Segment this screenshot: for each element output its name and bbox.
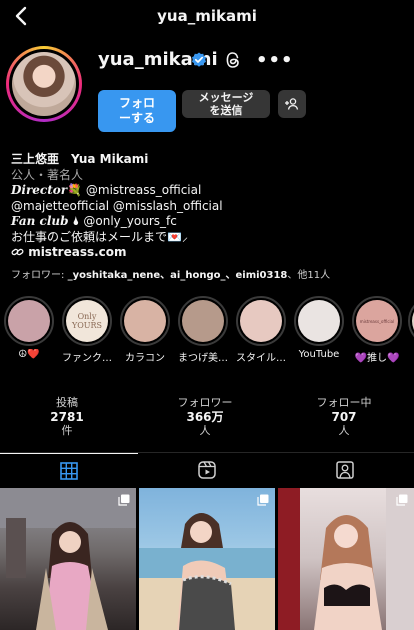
follow-button[interactable]: フォロ ーする <box>98 90 176 132</box>
highlight-4-label: まつげ美… <box>178 353 228 364</box>
reels-icon <box>198 461 216 479</box>
stat-following-label: フォロー中 <box>316 396 372 409</box>
post-thumbnail-3[interactable] <box>278 488 414 630</box>
message-button[interactable]: メッセージ を送信 <box>182 90 270 118</box>
post-2-image <box>139 513 275 630</box>
highlight-4[interactable]: まつげ美… <box>178 296 228 364</box>
followers-names[interactable]: _yoshitaka_nene、ai_hongo_、eimi0318 <box>68 270 288 281</box>
avatar-image <box>12 52 76 116</box>
profile-avatar[interactable] <box>6 46 82 122</box>
post-grid <box>0 488 414 630</box>
post-thumbnail-2[interactable] <box>139 488 275 630</box>
stat-posts-unit: 件 <box>61 424 73 437</box>
highlight-3[interactable]: カラコン <box>120 296 170 364</box>
more-options-icon[interactable]: ••• <box>256 50 294 71</box>
fanclub-account-link[interactable]: @only_yours_fc <box>83 214 176 228</box>
director-label: Director <box>11 183 68 197</box>
verified-badge-icon <box>192 52 206 67</box>
add-person-icon <box>285 98 299 110</box>
highlight-7-cover: mistreass_official <box>356 300 398 342</box>
tab-tagged[interactable] <box>276 453 414 487</box>
highlight-2-label: ファンク… <box>62 353 112 364</box>
highlight-7[interactable]: mistreass_official 💜推し💜 <box>352 296 402 364</box>
post-1-image <box>0 488 136 630</box>
suggest-users-button[interactable] <box>278 90 306 118</box>
bio-fanclub-line: Fan club 🌢 @only_yours_fc <box>11 214 406 230</box>
highlight-4-cover <box>182 300 224 342</box>
director-account-link[interactable]: @mistreass_official <box>82 183 201 197</box>
bio-brand-accounts[interactable]: @majetteofficial @misslash_official <box>11 199 406 215</box>
profile-stats: 投稿 2781 件 フォロワー 366万 人 フォロー中 707 人 <box>0 396 414 446</box>
highlight-7-label: 💜推し💜 <box>354 353 400 364</box>
content-tabs <box>0 452 414 486</box>
post-thumbnail-1[interactable] <box>0 488 136 630</box>
stat-followers[interactable]: フォロワー 366万 人 <box>160 396 250 438</box>
fanclub-emoji: 🌢 <box>72 214 80 228</box>
bio-contact: お仕事のご依頼はメールまで💌⸝ <box>11 229 188 244</box>
website-text[interactable]: mistreass.com <box>28 245 126 259</box>
multiple-photos-icon <box>257 494 269 506</box>
stat-following-unit: 人 <box>338 424 350 437</box>
highlight-6-label: YouTube <box>298 349 340 360</box>
highlight-1-label: ☮❤️ <box>18 349 40 360</box>
stat-followers-unit: 人 <box>199 424 211 437</box>
followers-suffix: 、他11人 <box>287 270 331 281</box>
tab-posts-grid[interactable] <box>0 453 138 487</box>
bouquet-emoji: 💐 <box>67 183 83 197</box>
stat-followers-label: フォロワー <box>177 396 233 409</box>
tab-reels[interactable] <box>138 453 276 487</box>
top-bar: yua_mikami <box>0 0 414 32</box>
multiple-photos-icon <box>396 494 408 506</box>
highlight-6[interactable]: YouTube <box>294 296 344 360</box>
highlight-overflow[interactable] <box>408 296 414 346</box>
highlight-3-cover <box>124 300 166 342</box>
multiple-photos-icon <box>118 494 130 506</box>
mutual-followers[interactable]: フォロワー: _yoshitaka_nene、ai_hongo_、eimi031… <box>11 266 330 281</box>
profile-category: 公人・著名人 <box>11 167 84 182</box>
post-3-image <box>278 488 414 630</box>
bio-website-link[interactable]: mistreass.com <box>11 245 406 261</box>
link-icon <box>11 248 24 256</box>
highlight-6-cover <box>298 300 340 342</box>
profile-bio: 三上悠亜 Yua Mikami 公人・著名人 Director💐 @mistre… <box>11 152 406 261</box>
highlight-5-cover <box>240 300 282 342</box>
highlight-2[interactable]: Only YOURS ファンク… <box>62 296 112 364</box>
stat-posts[interactable]: 投稿 2781 件 <box>22 396 112 438</box>
highlight-3-label: カラコン <box>125 353 165 364</box>
fanclub-label: Fan club <box>11 214 69 228</box>
header-title: yua_mikami <box>157 7 257 25</box>
highlight-1[interactable]: ☮❤️ <box>4 296 54 360</box>
highlight-5-label: スタイル… <box>236 353 286 364</box>
story-highlights: ☮❤️ Only YOURS ファンク… カラコン まつげ美… スタイル… Yo… <box>0 296 414 366</box>
highlight-5[interactable]: スタイル… <box>236 296 286 364</box>
stat-following-value: 707 <box>331 410 357 424</box>
bio-director-line: Director💐 @mistreass_official <box>11 183 406 199</box>
stat-posts-label: 投稿 <box>56 396 78 409</box>
tagged-person-icon <box>336 461 354 479</box>
stat-followers-value: 366万 <box>186 410 224 424</box>
display-name: 三上悠亜 Yua Mikami <box>11 152 149 166</box>
stat-posts-value: 2781 <box>50 410 84 424</box>
stat-following[interactable]: フォロー中 707 人 <box>299 396 389 438</box>
highlight-2-cover: Only YOURS <box>66 300 108 342</box>
threads-icon[interactable] <box>224 50 242 70</box>
grid-icon <box>60 461 78 480</box>
highlight-1-cover <box>8 300 50 342</box>
followers-prefix: フォロワー: <box>11 270 68 281</box>
